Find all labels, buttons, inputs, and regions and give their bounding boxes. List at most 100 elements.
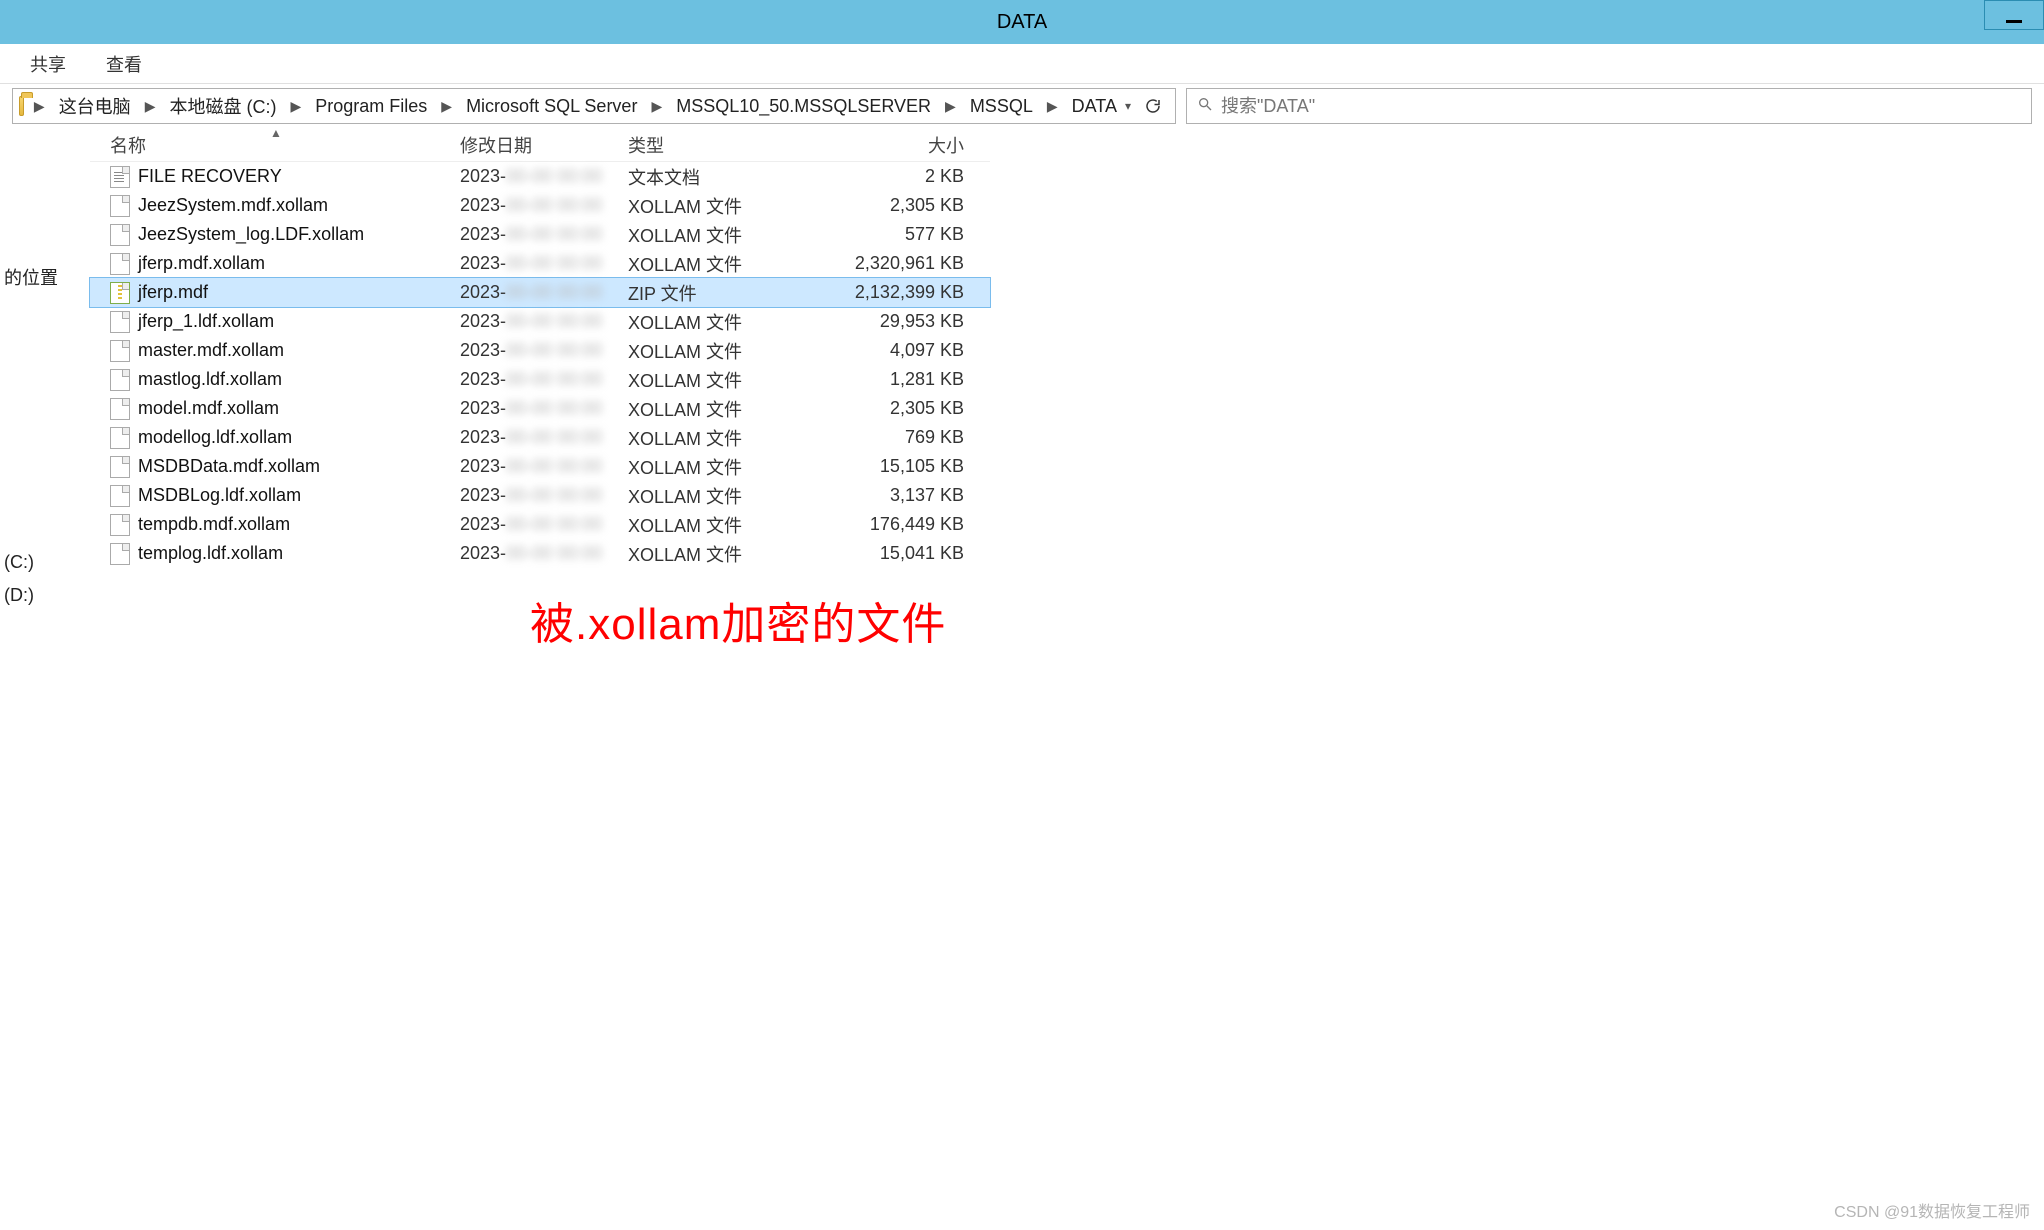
cell-type: XOLLAM 文件 bbox=[628, 541, 796, 567]
col-type[interactable]: 类型 bbox=[628, 132, 796, 158]
cell-type: XOLLAM 文件 bbox=[628, 425, 796, 451]
cell-size: 2,320,961 KB bbox=[796, 253, 976, 274]
breadcrumb[interactable]: MSSQL bbox=[966, 94, 1037, 119]
cell-date: 2023-00-00 00:00 bbox=[460, 369, 628, 390]
search-input[interactable] bbox=[1221, 96, 2021, 117]
cell-date: 2023-00-00 00:00 bbox=[460, 253, 628, 274]
breadcrumb[interactable]: 本地磁盘 (C:) bbox=[165, 91, 280, 121]
col-name[interactable]: 名称 ▲ bbox=[110, 132, 460, 158]
file-name: JeezSystem.mdf.xollam bbox=[138, 195, 328, 216]
cell-name: model.mdf.xollam bbox=[110, 398, 460, 420]
file-name: jferp.mdf bbox=[138, 282, 208, 303]
cell-date: 2023-00-00 00:00 bbox=[460, 398, 628, 419]
table-row[interactable]: jferp.mdf.xollam 2023-00-00 00:00XOLLAM 文… bbox=[90, 249, 990, 278]
table-row[interactable]: mastlog.ldf.xollam2023-00-00 00:00XOLLAM… bbox=[90, 365, 990, 394]
file-icon bbox=[110, 456, 130, 478]
cell-type: XOLLAM 文件 bbox=[628, 222, 796, 248]
file-icon bbox=[110, 485, 130, 507]
cell-name: jferp.mdf.xollam bbox=[110, 253, 460, 275]
table-row[interactable]: jferp_1.ldf.xollam2023-00-00 00:00XOLLAM… bbox=[90, 307, 990, 336]
cell-type: XOLLAM 文件 bbox=[628, 251, 796, 277]
breadcrumb[interactable]: 这台电脑 bbox=[55, 91, 135, 121]
cell-type: 文本文档 bbox=[628, 164, 796, 190]
table-row[interactable]: modellog.ldf.xollam2023-00-00 00:00XOLLA… bbox=[90, 423, 990, 452]
cell-name: JeezSystem_log.LDF.xollam bbox=[110, 224, 460, 246]
sidebar-item[interactable]: (C:) bbox=[0, 546, 90, 579]
chevron-right-icon[interactable]: ▶ bbox=[1041, 98, 1064, 115]
cell-name: jferp_1.ldf.xollam bbox=[110, 311, 460, 333]
sort-indicator-icon: ▲ bbox=[270, 126, 282, 140]
chevron-right-icon[interactable]: ▶ bbox=[139, 98, 162, 115]
body: 的位置 (C:) (D:) 名称 ▲ 修改日期 类型 大小 FILE RECOV… bbox=[0, 128, 2044, 1230]
cell-size: 769 KB bbox=[796, 427, 976, 448]
tab-share[interactable]: 共享 bbox=[30, 51, 66, 77]
chevron-down-icon[interactable]: ▾ bbox=[1125, 99, 1131, 113]
cell-size: 29,953 KB bbox=[796, 311, 976, 332]
chevron-right-icon[interactable]: ▶ bbox=[284, 98, 307, 115]
minimize-button[interactable] bbox=[1984, 0, 2044, 30]
file-name: master.mdf.xollam bbox=[138, 340, 284, 361]
cell-type: XOLLAM 文件 bbox=[628, 338, 796, 364]
breadcrumb[interactable]: Program Files bbox=[311, 94, 431, 119]
table-row[interactable]: FILE RECOVERY2023-00-00 00:00文本文档2 KB bbox=[90, 162, 990, 191]
table-row[interactable]: jferp.mdf2023-00-00 00:00ZIP 文件2,132,399… bbox=[90, 278, 990, 307]
table-row[interactable]: JeezSystem.mdf.xollam 2023-00-00 00:00XOL… bbox=[90, 191, 990, 220]
breadcrumb[interactable]: MSSQL10_50.MSSQLSERVER bbox=[672, 94, 935, 119]
cell-date: 2023-00-00 00:00 bbox=[460, 456, 628, 477]
table-row[interactable]: MSDBLog.ldf.xollam2023-00-00 00:00XOLLAM… bbox=[90, 481, 990, 510]
minimize-icon bbox=[2006, 20, 2022, 23]
file-list: 名称 ▲ 修改日期 类型 大小 FILE RECOVERY2023-00-00 … bbox=[90, 128, 990, 1230]
file-name: tempdb.mdf.xollam bbox=[138, 514, 290, 535]
cell-type: ZIP 文件 bbox=[628, 280, 796, 306]
cell-name: tempdb.mdf.xollam bbox=[110, 514, 460, 536]
file-icon bbox=[110, 398, 130, 420]
cell-size: 1,281 KB bbox=[796, 369, 976, 390]
table-row[interactable]: master.mdf.xollam2023-00-00 00:00XOLLAM … bbox=[90, 336, 990, 365]
breadcrumb[interactable]: DATA bbox=[1068, 94, 1121, 119]
cell-type: XOLLAM 文件 bbox=[628, 193, 796, 219]
file-icon bbox=[110, 543, 130, 565]
sidebar-item[interactable]: (D:) bbox=[0, 579, 90, 612]
chevron-right-icon[interactable]: ▶ bbox=[645, 98, 668, 115]
cell-name: MSDBData.mdf.xollam bbox=[110, 456, 460, 478]
address-bar[interactable]: ▶ 这台电脑 ▶ 本地磁盘 (C:) ▶ Program Files ▶ Mic… bbox=[12, 88, 1176, 124]
table-row[interactable]: model.mdf.xollam 2023-00-00 00:00XOLLAM 文… bbox=[90, 394, 990, 423]
refresh-button[interactable] bbox=[1141, 94, 1165, 118]
table-row[interactable]: tempdb.mdf.xollam2023-00-00 00:00XOLLAM … bbox=[90, 510, 990, 539]
col-size[interactable]: 大小 bbox=[796, 132, 976, 158]
tab-view[interactable]: 查看 bbox=[106, 51, 142, 77]
chevron-right-icon[interactable]: ▶ bbox=[939, 98, 962, 115]
cell-size: 2,305 KB bbox=[796, 398, 976, 419]
table-row[interactable]: JeezSystem_log.LDF.xollam 2023-00-00 00:0… bbox=[90, 220, 990, 249]
file-name: jferp.mdf.xollam bbox=[138, 253, 265, 274]
file-name: JeezSystem_log.LDF.xollam bbox=[138, 224, 364, 245]
cell-date: 2023-00-00 00:00 bbox=[460, 282, 628, 303]
file-icon bbox=[110, 369, 130, 391]
cell-size: 15,041 KB bbox=[796, 543, 976, 564]
table-row[interactable]: MSDBData.mdf.xollam2023-00-00 00:00XOLLA… bbox=[90, 452, 990, 481]
col-date[interactable]: 修改日期 bbox=[460, 132, 628, 158]
refresh-icon bbox=[1144, 97, 1162, 115]
cell-size: 2 KB bbox=[796, 166, 976, 187]
cell-date: 2023-00-00 00:00 bbox=[460, 195, 628, 216]
cell-date: 2023-00-00 00:00 bbox=[460, 224, 628, 245]
table-row[interactable]: templog.ldf.xollam2023-00-00 00:00XOLLAM… bbox=[90, 539, 990, 568]
cell-size: 4,097 KB bbox=[796, 340, 976, 361]
file-name: mastlog.ldf.xollam bbox=[138, 369, 282, 390]
file-icon bbox=[110, 253, 130, 275]
file-icon bbox=[110, 224, 130, 246]
sidebar-item[interactable]: 的位置 bbox=[0, 258, 90, 296]
search-icon bbox=[1197, 96, 1213, 117]
column-headers: 名称 ▲ 修改日期 类型 大小 bbox=[90, 128, 990, 162]
cell-type: XOLLAM 文件 bbox=[628, 396, 796, 422]
chevron-right-icon[interactable]: ▶ bbox=[28, 98, 51, 115]
chevron-right-icon[interactable]: ▶ bbox=[435, 98, 458, 115]
file-icon bbox=[110, 514, 130, 536]
file-icon bbox=[110, 195, 130, 217]
cell-size: 15,105 KB bbox=[796, 456, 976, 477]
cell-size: 3,137 KB bbox=[796, 485, 976, 506]
file-name: model.mdf.xollam bbox=[138, 398, 279, 419]
search-box[interactable] bbox=[1186, 88, 2032, 124]
cell-date: 2023-00-00 00:00 bbox=[460, 543, 628, 564]
breadcrumb[interactable]: Microsoft SQL Server bbox=[462, 94, 641, 119]
